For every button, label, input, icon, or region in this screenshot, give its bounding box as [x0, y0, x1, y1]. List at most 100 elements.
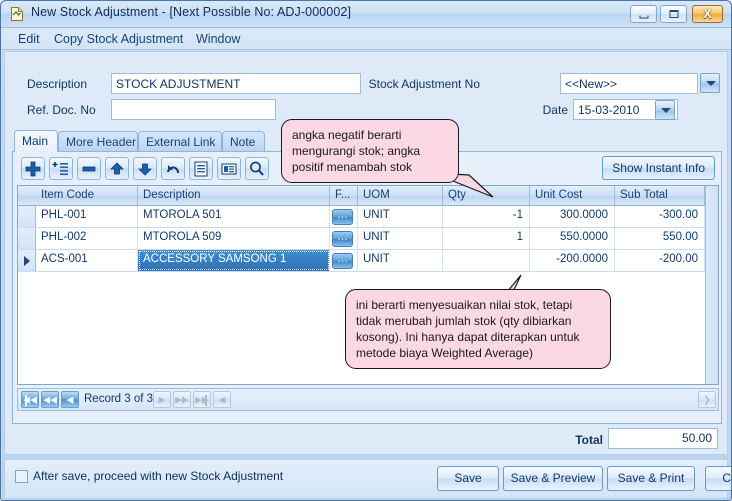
cell-unit-cost[interactable]: 300.0000	[530, 206, 615, 227]
prev-page-icon: ◀◀	[43, 394, 57, 404]
column-header-f[interactable]: F...	[330, 186, 358, 205]
date-label: Date	[542, 103, 568, 117]
document-icon	[11, 7, 23, 21]
row-indicator-current[interactable]	[18, 250, 36, 271]
search-button[interactable]	[245, 157, 269, 180]
prev-record-button[interactable]: ◀	[61, 391, 79, 408]
row-detail-ellipsis-button[interactable]	[332, 251, 353, 269]
tab-main[interactable]: Main	[14, 130, 58, 152]
cell-sub-total[interactable]: -200.00	[615, 250, 705, 271]
cell-uom[interactable]: UNIT	[358, 228, 443, 249]
next-page-button: ▶▶	[173, 391, 191, 408]
cell-item-code[interactable]: PHL-002	[36, 228, 138, 249]
column-header-sub-total[interactable]: Sub Total	[615, 186, 705, 205]
grid-scroll-right-button[interactable]: ❯	[698, 391, 716, 408]
cell-item-code[interactable]: ACS-001	[36, 250, 138, 271]
menu-item-window[interactable]: Window	[191, 31, 245, 47]
minimize-button[interactable]	[630, 5, 657, 23]
maximize-button[interactable]	[660, 5, 687, 23]
first-record-button[interactable]: ◀◀	[21, 391, 39, 408]
cell-item-code[interactable]: PHL-001	[36, 206, 138, 227]
record-count-label: Record 3 of 3	[84, 393, 154, 405]
detail-view-button[interactable]	[217, 157, 241, 180]
stock-adjustment-window: New Stock Adjustment - [Next Possible No…	[0, 0, 732, 501]
table-row[interactable]: PHL-001MTOROLA 501 UNIT-1300.0000-300.00	[18, 206, 705, 228]
menu-bar: Edit Copy Stock Adjustment Window	[1, 28, 731, 50]
undo-icon	[167, 165, 179, 174]
total-value: 50.00	[608, 428, 718, 449]
cell-uom[interactable]: UNIT	[358, 250, 443, 271]
list-view-button[interactable]	[189, 157, 213, 180]
after-save-checkbox[interactable]	[15, 470, 28, 483]
column-header-item-code[interactable]: Item Code	[36, 186, 138, 205]
footer-bar: After save, proceed with new Stock Adjus…	[4, 459, 731, 499]
cell-unit-cost[interactable]: 550.0000	[530, 228, 615, 249]
after-save-label: After save, proceed with new Stock Adjus…	[33, 469, 284, 483]
cell-description[interactable]: MTOROLA 501	[138, 206, 330, 227]
insert-row-button[interactable]	[49, 157, 73, 180]
cell-sub-total[interactable]: -300.00	[615, 206, 705, 227]
cell-description[interactable]: MTOROLA 509	[138, 228, 330, 249]
add-row-button[interactable]	[21, 157, 45, 180]
tab-more-header[interactable]: More Header	[58, 131, 138, 152]
save-print-button[interactable]: Save & Print	[607, 466, 695, 491]
table-row[interactable]: ACS-001ACCESSORY SAMSONG 1 UNIT -200.0000-…	[18, 250, 705, 272]
description-label: Description	[27, 77, 88, 91]
cell-qty[interactable]: -1	[443, 206, 530, 227]
cell-f	[330, 206, 358, 227]
total-label: Total	[575, 433, 603, 447]
insert-row-icon	[52, 162, 68, 176]
minimize-icon	[639, 15, 648, 19]
save-preview-button[interactable]: Save & Preview	[503, 466, 603, 491]
next-record-button: ▶	[153, 391, 171, 408]
row-detail-ellipsis-button[interactable]	[332, 229, 353, 247]
menu-item-edit[interactable]: Edit	[13, 31, 45, 47]
window-title: New Stock Adjustment - [Next Possible No…	[31, 5, 352, 19]
column-header-unit-cost[interactable]: Unit Cost	[530, 186, 615, 205]
cancel-button[interactable]: Cancel	[705, 466, 731, 491]
date-picker-icon[interactable]	[655, 100, 675, 120]
tab-note[interactable]: Note	[222, 131, 265, 152]
undo-button[interactable]	[161, 157, 185, 180]
show-instant-info-button[interactable]: Show Instant Info	[602, 156, 715, 180]
row-detail-ellipsis-button[interactable]	[332, 207, 353, 225]
cell-sub-total[interactable]: 550.00	[615, 228, 705, 249]
cell-qty[interactable]: 1	[443, 228, 530, 249]
prev-record-icon: ◀	[66, 394, 74, 404]
table-row[interactable]: PHL-002MTOROLA 509 UNIT1550.0000550.00	[18, 228, 705, 250]
description-input[interactable]	[111, 73, 361, 94]
save-button[interactable]: Save	[437, 466, 499, 491]
cell-unit-cost[interactable]: -200.0000	[530, 250, 615, 271]
ref-doc-no-input[interactable]	[111, 99, 276, 120]
cell-qty[interactable]	[443, 250, 530, 271]
client-area: Description Ref. Doc. No Stock Adjustmen…	[4, 51, 728, 455]
stock-adjustment-no-input[interactable]	[560, 73, 698, 94]
chevron-right-icon: ❯	[703, 394, 711, 404]
move-down-button[interactable]	[133, 157, 157, 180]
column-header-description[interactable]: Description	[138, 186, 330, 205]
tab-external-link[interactable]: External Link	[138, 131, 222, 152]
row-indicator[interactable]	[18, 206, 36, 227]
ref-doc-no-label: Ref. Doc. No	[27, 103, 96, 117]
stock-adjustment-no-dropdown-icon[interactable]	[700, 73, 720, 93]
cell-description[interactable]: ACCESSORY SAMSONG 1	[138, 250, 330, 271]
row-indicator[interactable]	[18, 228, 36, 249]
cell-f	[330, 228, 358, 249]
grid-header-row: Item Code Description F... UOM Qty Unit Cost S…	[18, 186, 705, 206]
close-button[interactable]: X	[692, 5, 723, 23]
maximize-icon	[669, 10, 678, 18]
next-record-icon: ▶	[158, 394, 166, 404]
delete-row-button[interactable]	[77, 157, 101, 180]
move-up-button[interactable]	[105, 157, 129, 180]
delete-row-icon	[82, 166, 96, 172]
move-up-icon	[110, 162, 124, 175]
menu-item-copy-stock-adjustment[interactable]: Copy Stock Adjustment	[49, 31, 188, 47]
callout-qty-sign: angka negatif berarti mengurangi stok; a…	[281, 119, 459, 183]
title-bar: New Stock Adjustment - [Next Possible No…	[1, 1, 731, 28]
cell-f	[330, 250, 358, 271]
callout-value-adjustment: ini berarti menyesuaikan nilai stok, tet…	[345, 289, 611, 369]
detail-view-icon	[221, 163, 237, 175]
nav-bar-marker	[205, 395, 207, 406]
cell-uom[interactable]: UNIT	[358, 206, 443, 227]
prev-page-button[interactable]: ◀◀	[41, 391, 59, 408]
